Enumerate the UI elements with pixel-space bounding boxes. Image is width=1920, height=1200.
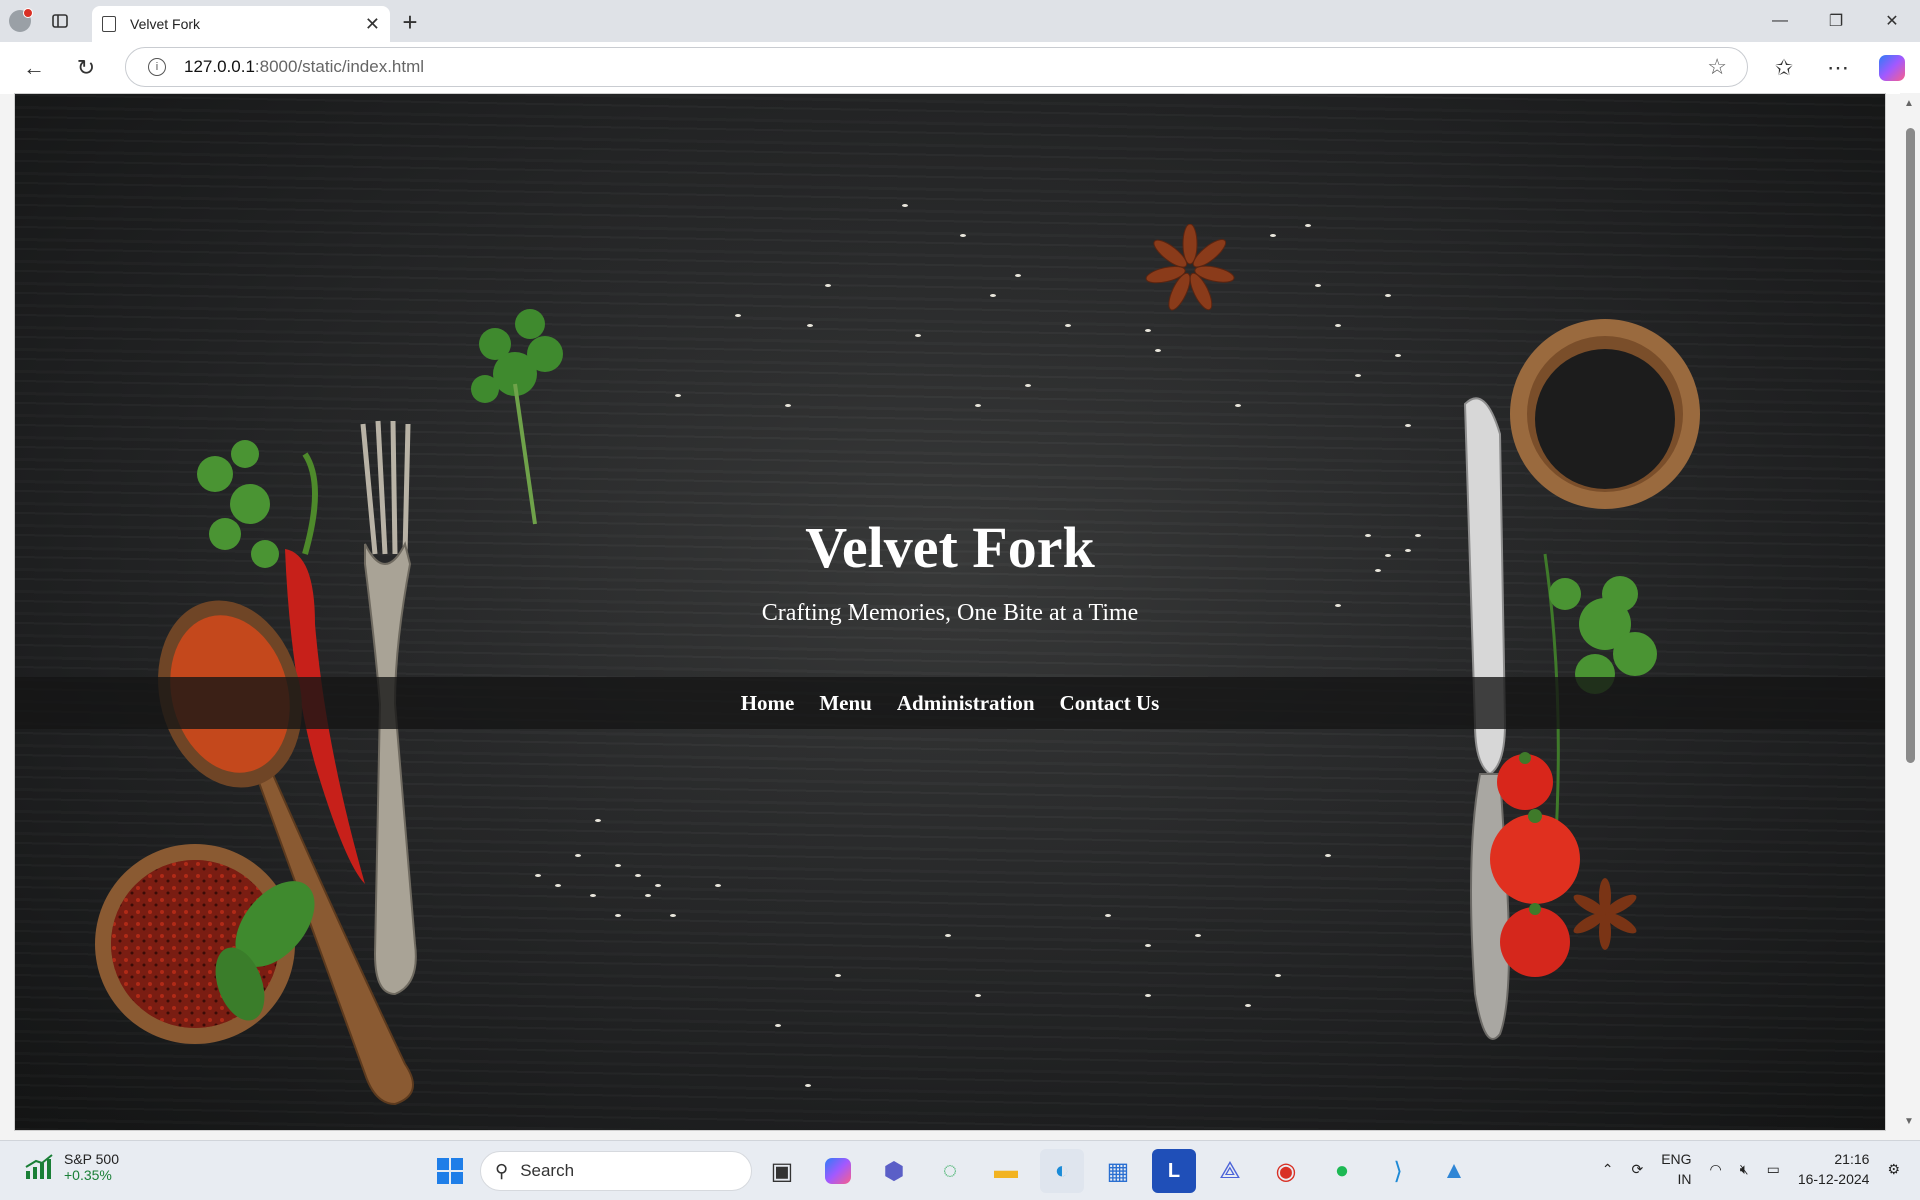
stock-change: +0.35% <box>64 1167 112 1183</box>
search-placeholder: Search <box>520 1161 575 1180</box>
task-view-icon[interactable]: ▣ <box>760 1149 804 1193</box>
browser-tab[interactable]: Velvet Fork ✕ <box>92 6 390 42</box>
page-viewport: Velvet Fork Crafting Memories, One Bite … <box>14 93 1886 1131</box>
lang-region: IN <box>1677 1171 1692 1187</box>
minimize-icon[interactable]: — <box>1752 0 1808 42</box>
file-explorer-icon[interactable]: ▬ <box>984 1149 1028 1193</box>
scrollbar-thumb[interactable] <box>1906 128 1915 763</box>
favorites-icon[interactable]: ✩ <box>1758 42 1810 94</box>
tab-actions-icon[interactable] <box>40 0 80 42</box>
close-tab-icon[interactable]: ✕ <box>365 14 380 35</box>
stock-widget[interactable]: S&P 500 +0.35% <box>24 1151 119 1183</box>
site-title: Velvet Fork <box>805 515 1095 580</box>
battery-icon[interactable]: ▭ <box>1767 1161 1780 1178</box>
close-window-icon[interactable]: ✕ <box>1864 0 1920 42</box>
system-tray: ⌃ ⟳ ENG IN ◠ 🔇︎ ▭ 21:16 16-12-2024 ⚙ <box>1602 1149 1900 1189</box>
back-icon[interactable]: ← <box>8 42 60 94</box>
chevron-up-icon[interactable]: ⌃ <box>1602 1161 1614 1178</box>
wifi-icon[interactable]: ◠ <box>1710 1161 1722 1178</box>
stock-chart-icon <box>25 1154 53 1179</box>
favorite-star-icon[interactable]: ☆ <box>1707 54 1727 80</box>
chrome-icon[interactable]: ◉ <box>1264 1149 1308 1193</box>
page-icon <box>102 16 116 32</box>
taskbar-search[interactable]: ⚲ Search <box>480 1151 752 1191</box>
nav-link-administration[interactable]: Administration <box>897 691 1035 716</box>
photos-icon[interactable]: ▲ <box>1432 1149 1476 1193</box>
url-path: :8000/static/index.html <box>254 57 425 76</box>
address-toolbar: ← ↻ i 127.0.0.1 :8000/static/index.html … <box>0 42 1920 94</box>
l-app-icon[interactable]: L <box>1152 1149 1196 1193</box>
profile-avatar-icon <box>9 8 33 32</box>
vscode-icon[interactable]: ⟩ <box>1376 1149 1420 1193</box>
sync-app-icon[interactable]: ◌ <box>928 1149 972 1193</box>
time: 21:16 <box>1834 1151 1870 1167</box>
nav-link-home[interactable]: Home <box>741 691 795 716</box>
page-scrollbar[interactable]: ▲ ▼ <box>1900 93 1920 1131</box>
spotify-icon[interactable]: ● <box>1320 1149 1364 1193</box>
notifications-icon[interactable]: ⚙ <box>1887 1161 1900 1178</box>
tab-title: Velvet Fork <box>130 16 201 32</box>
store-icon[interactable]: ▦ <box>1096 1149 1140 1193</box>
pinned-apps: ▣ ⬢ ◌ ▬ ◐ ▦ L ⟁ ◉ ● ⟩ ▲ <box>760 1149 1476 1193</box>
left-food-arrangement <box>95 309 563 1106</box>
star-anise-decoration <box>1145 224 1235 311</box>
teams-icon[interactable]: ⬢ <box>872 1149 916 1193</box>
site-tagline: Crafting Memories, One Bite at a Time <box>761 600 1139 626</box>
scroll-up-icon[interactable]: ▲ <box>1904 98 1914 109</box>
restore-icon[interactable]: ❐ <box>1808 0 1864 42</box>
new-tab-button[interactable]: + <box>390 2 430 42</box>
browser-titlebar: Velvet Fork ✕ + — ❐ ✕ <box>0 0 1920 42</box>
windows-taskbar: S&P 500 +0.35% ⚲ Search ▣ ⬢ ◌ ▬ ◐ ▦ L ⟁ … <box>0 1140 1920 1200</box>
copilot-app-icon[interactable] <box>816 1149 860 1193</box>
profile-button[interactable] <box>0 0 40 42</box>
stock-name: S&P 500 <box>64 1151 120 1167</box>
start-button[interactable] <box>428 1149 472 1193</box>
scroll-down-icon[interactable]: ▼ <box>1904 1116 1914 1127</box>
windows-start-icon[interactable] <box>428 1149 472 1193</box>
edge-browser-icon[interactable]: ◐ <box>1040 1149 1084 1193</box>
volume-muted-icon[interactable]: 🔇︎ <box>1740 1161 1749 1178</box>
search-icon: ⚲ <box>495 1160 509 1181</box>
clock[interactable]: 21:16 16-12-2024 <box>1798 1149 1870 1189</box>
nav-link-contact-us[interactable]: Contact Us <box>1060 691 1160 716</box>
nav-link-menu[interactable]: Menu <box>819 691 872 716</box>
lang-code: ENG <box>1661 1151 1692 1167</box>
delta-app-icon[interactable]: ⟁ <box>1208 1149 1252 1193</box>
language-indicator[interactable]: ENG IN <box>1661 1149 1691 1189</box>
sync-icon[interactable]: ⟳ <box>1631 1161 1643 1178</box>
reload-icon[interactable]: ↻ <box>60 42 112 94</box>
address-field[interactable]: i 127.0.0.1 :8000/static/index.html ☆ <box>125 47 1748 87</box>
more-menu-icon[interactable]: ⋯ <box>1812 42 1864 94</box>
copilot-icon[interactable] <box>1866 42 1918 94</box>
url-host: 127.0.0.1 <box>184 57 255 76</box>
site-info-icon[interactable]: i <box>148 58 166 76</box>
hero-section: Velvet Fork Crafting Memories, One Bite … <box>15 94 1885 1130</box>
main-navigation: Home Menu Administration Contact Us <box>15 677 1885 729</box>
date: 16-12-2024 <box>1797 1171 1870 1187</box>
